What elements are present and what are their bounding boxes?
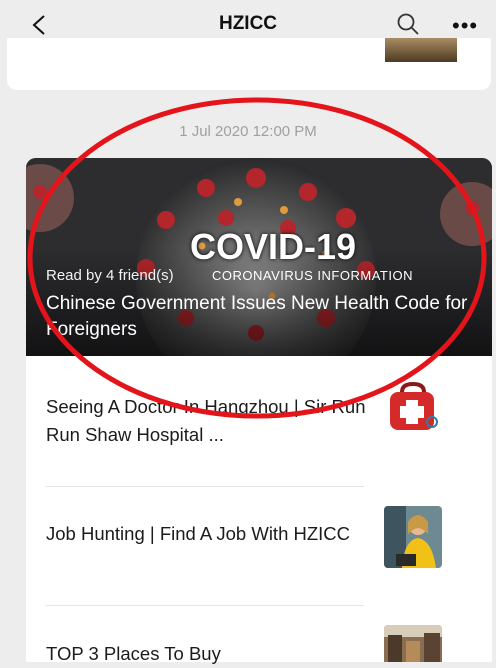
- previous-article-thumbnail: [385, 38, 457, 62]
- article-title[interactable]: Job Hunting | Find A Job With HZICC: [46, 520, 366, 548]
- list-item[interactable]: TOP 3 Places To Buy: [26, 606, 492, 664]
- account-title: HZICC: [218, 13, 278, 34]
- search-icon[interactable]: [396, 12, 420, 36]
- article-title[interactable]: TOP 3 Places To Buy: [46, 640, 366, 668]
- more-dots-icon[interactable]: •••: [452, 13, 478, 39]
- street-scene-thumbnail: [384, 625, 442, 662]
- list-item[interactable]: Job Hunting | Find A Job With HZICC: [26, 487, 492, 605]
- red-annotation-ellipse: [27, 97, 487, 419]
- previous-article-card[interactable]: [7, 38, 491, 90]
- job-seeker-thumbnail: [384, 506, 442, 568]
